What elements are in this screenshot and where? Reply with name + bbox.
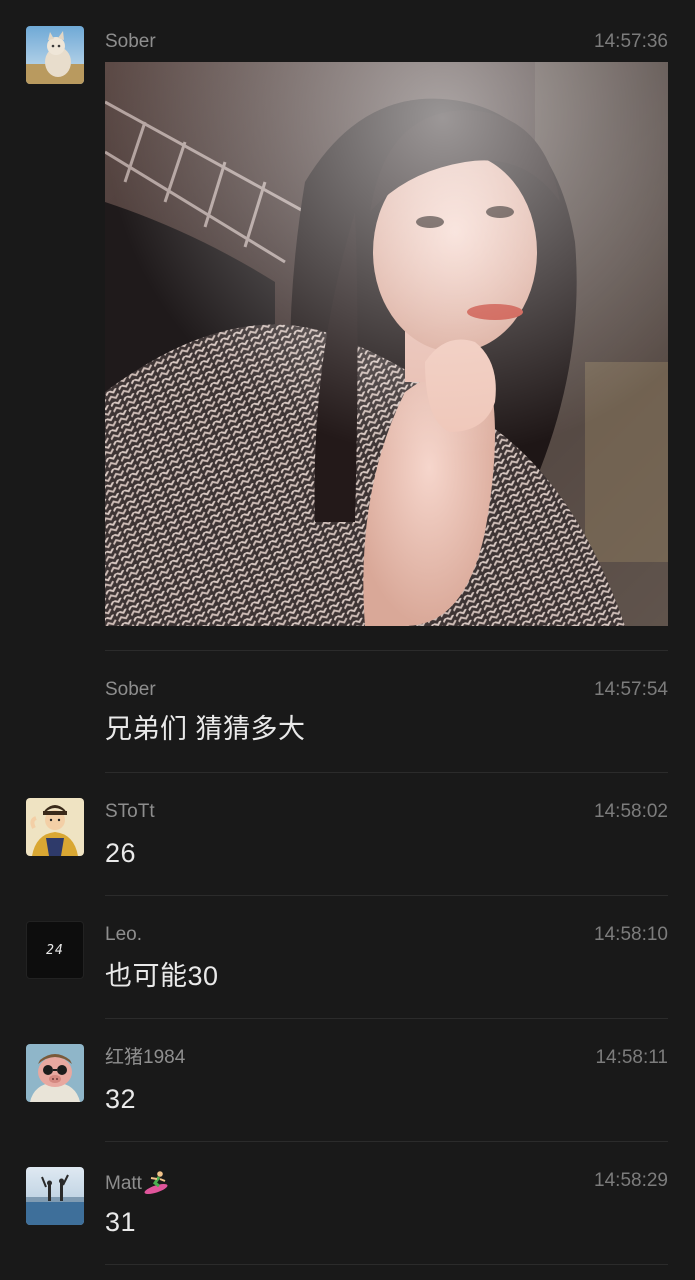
cartoon-emperor-avatar-icon [26, 798, 84, 856]
message-time: 14:58:29 [594, 1170, 668, 1191]
message-item: SToTt 14:58:02 26 [0, 772, 695, 895]
sender-name-row: Matt [105, 1170, 169, 1195]
digital-24-avatar-icon: 24 [27, 922, 83, 978]
sender-name: 红猪1984 [105, 1047, 186, 1068]
message-item: 24 Leo. 14:58:10 也可能30 [0, 895, 695, 1018]
message-item: 红猪1984 14:58:11 32 [0, 1018, 695, 1141]
message-time: 14:58:02 [594, 801, 668, 822]
avatar[interactable] [26, 1044, 84, 1102]
message-text[interactable]: 26 [105, 836, 136, 870]
avatar[interactable] [26, 1167, 84, 1225]
avatar[interactable] [26, 26, 84, 84]
message-time: 14:58:11 [595, 1047, 668, 1068]
sender-name: Sober [105, 31, 156, 52]
avatar[interactable] [26, 798, 84, 856]
message-text[interactable]: 兄弟们 猜猜多大 [105, 712, 306, 746]
message-item: Sober 14:57:36 [0, 0, 695, 650]
message-text[interactable]: 也可能30 [105, 959, 219, 993]
message-text[interactable]: 32 [105, 1082, 136, 1116]
cat-photo-avatar-icon [26, 26, 84, 84]
seaside-people-avatar-icon [26, 1167, 84, 1225]
message-time: 14:57:36 [594, 31, 668, 52]
sender-name: Matt [105, 1173, 142, 1194]
selfie-image [105, 62, 668, 626]
message-item: Matt 14:58:29 31 [0, 1141, 695, 1264]
shared-photo[interactable] [105, 62, 668, 626]
sender-name: Leo. [105, 924, 142, 945]
chat-message-list: Sober 14:57:36 Sober 14:57:54 兄弟们 猜猜多大 S… [0, 0, 695, 1280]
avatar[interactable]: 24 [26, 921, 84, 979]
sender-name: SToTt [105, 801, 155, 822]
message-item: Sober 14:57:54 兄弟们 猜猜多大 [0, 650, 695, 772]
message-time: 14:58:10 [594, 924, 668, 945]
avatar-number: 24 [46, 942, 64, 958]
message-divider [105, 1264, 668, 1265]
message-text[interactable]: 31 [105, 1205, 136, 1239]
sender-name: Sober [105, 679, 156, 700]
message-time: 14:57:54 [594, 679, 668, 700]
porco-rosso-avatar-icon [26, 1044, 84, 1102]
surfer-emoji-icon [144, 1171, 168, 1194]
